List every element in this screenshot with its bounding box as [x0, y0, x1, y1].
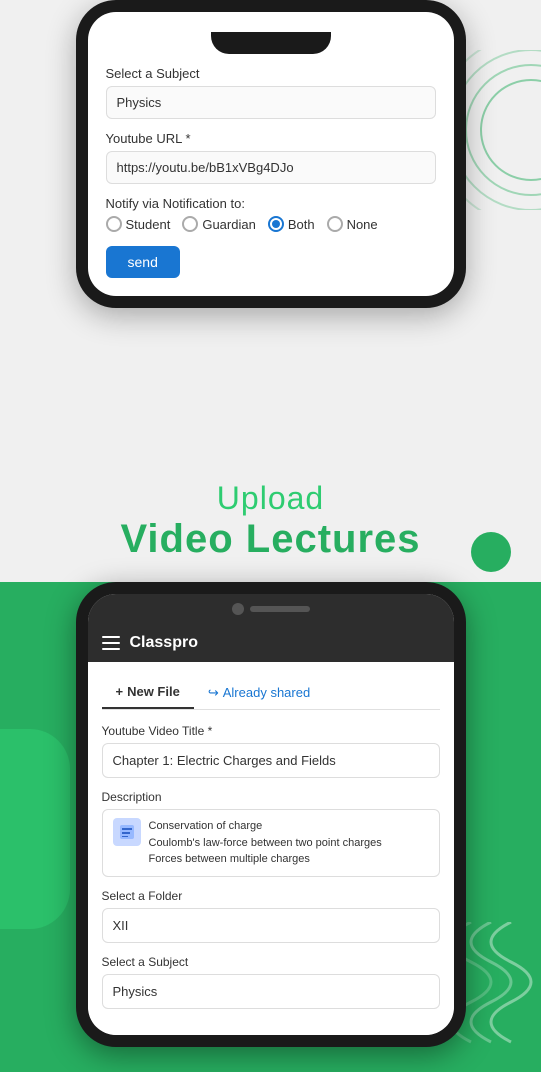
bottom-phone-screen: Classpro + New File ↪ Already shared You [88, 594, 454, 1035]
youtube-title-input[interactable] [102, 743, 440, 778]
desc-icon [113, 818, 141, 846]
radio-none[interactable]: None [327, 216, 378, 232]
send-button[interactable]: send [106, 246, 180, 278]
description-label: Description [102, 790, 440, 804]
video-lectures-text: Video Lectures [20, 517, 521, 562]
app-title: Classpro [130, 634, 198, 652]
notch [211, 32, 331, 54]
radio-circle-both[interactable] [268, 216, 284, 232]
description-text: Conservation of charge Coulomb's law-for… [149, 818, 382, 868]
top-phone-screen: Select a Subject Youtube URL * Notify vi… [88, 12, 454, 296]
camera-dot [232, 603, 244, 615]
radio-label-guardian: Guardian [202, 217, 255, 232]
notify-options: Student Guardian Both None [106, 216, 436, 232]
bottom-phone-frame: Classpro + New File ↪ Already shared You [76, 582, 466, 1047]
radio-both[interactable]: Both [268, 216, 315, 232]
hamburger-menu[interactable] [102, 636, 120, 650]
radio-circle-none[interactable] [327, 216, 343, 232]
middle-banner: Upload Video Lectures [0, 450, 541, 582]
hamburger-line-3 [102, 648, 120, 650]
youtube-url-label: Youtube URL * [106, 131, 436, 146]
folder-input[interactable] [102, 908, 440, 943]
description-box: Conservation of charge Coulomb's law-for… [102, 809, 440, 877]
desc-line-2: Coulomb's law-force between two point ch… [149, 835, 382, 852]
hamburger-line-2 [102, 642, 120, 644]
radio-label-both: Both [288, 217, 315, 232]
desc-line-1: Conservation of charge [149, 818, 382, 835]
tab-already-shared-label: Already shared [223, 685, 310, 700]
speaker-bar [250, 606, 310, 612]
tabs-row: + New File ↪ Already shared [102, 676, 440, 710]
radio-circle-student[interactable] [106, 216, 122, 232]
share-icon: ↪ [208, 685, 219, 701]
green-left-shape [0, 729, 70, 929]
folder-label: Select a Folder [102, 889, 440, 903]
radio-student[interactable]: Student [106, 216, 171, 232]
description-row: Conservation of charge Coulomb's law-for… [113, 818, 429, 868]
status-bar [88, 594, 454, 624]
plus-icon: + [116, 684, 124, 699]
top-phone-frame: Select a Subject Youtube URL * Notify vi… [76, 0, 466, 308]
subject-input[interactable] [106, 86, 436, 119]
youtube-url-input[interactable] [106, 151, 436, 184]
subject-label: Select a Subject [106, 66, 436, 81]
tab-new-file-label: New File [127, 684, 180, 699]
hamburger-line-1 [102, 636, 120, 638]
radio-circle-guardian[interactable] [182, 216, 198, 232]
app-bar: Classpro [88, 624, 454, 662]
tab-already-shared[interactable]: ↪ Already shared [194, 676, 324, 709]
bottom-subject-input[interactable] [102, 974, 440, 1009]
radio-label-student: Student [126, 217, 171, 232]
radio-label-none: None [347, 217, 378, 232]
upload-text: Upload [20, 480, 521, 517]
tab-new-file[interactable]: + New File [102, 676, 194, 709]
app-content: + New File ↪ Already shared Youtube Vide… [88, 662, 454, 1035]
youtube-title-label: Youtube Video Title * [102, 724, 440, 738]
desc-line-3: Forces between multiple charges [149, 851, 382, 868]
green-dot [471, 532, 511, 572]
notify-label: Notify via Notification to: [106, 196, 436, 211]
radio-guardian[interactable]: Guardian [182, 216, 255, 232]
bottom-section: Classpro + New File ↪ Already shared You [0, 582, 541, 1072]
top-section: Select a Subject Youtube URL * Notify vi… [0, 0, 541, 450]
